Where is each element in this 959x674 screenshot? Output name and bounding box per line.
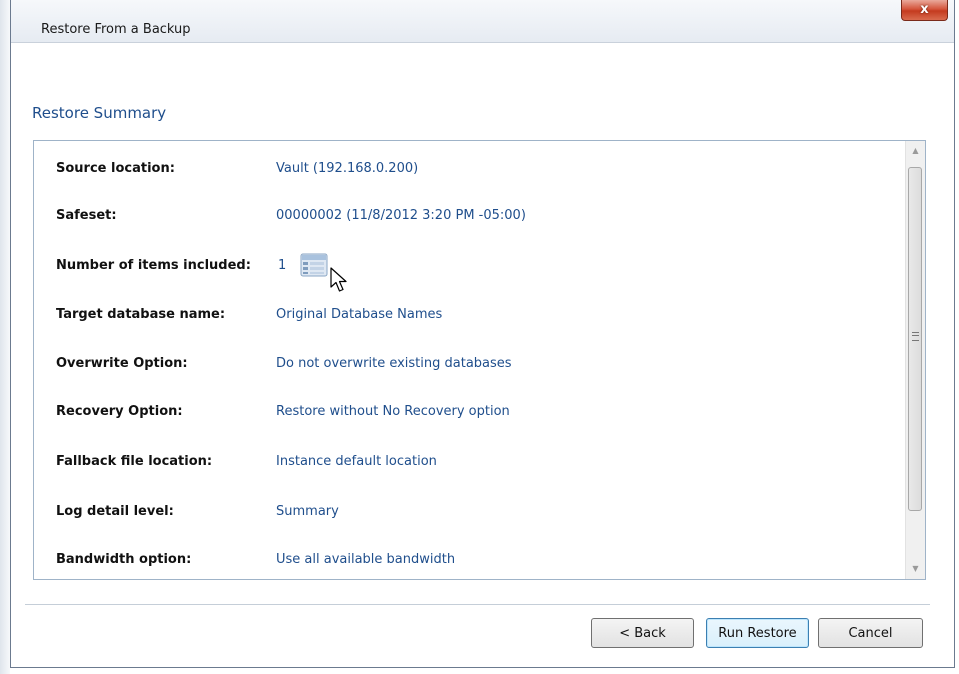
- row-label: Overwrite Option:: [56, 356, 188, 371]
- summary-row-log-detail: Log detail level: Summary: [56, 504, 896, 524]
- row-label: Source location:: [56, 161, 175, 176]
- close-icon: x: [920, 2, 929, 17]
- summary-row-target-database: Target database name: Original Database …: [56, 307, 896, 327]
- cancel-button[interactable]: Cancel: [818, 618, 923, 648]
- row-value: Restore without No Recovery option: [276, 404, 510, 419]
- scroll-up-arrow-icon[interactable]: ▲: [906, 141, 925, 161]
- row-value: 00000002 (11/8/2012 3:20 PM -05:00): [276, 208, 526, 223]
- close-button[interactable]: x: [901, 0, 948, 21]
- row-value: Original Database Names: [276, 307, 443, 322]
- summary-row-fallback-location: Fallback file location: Instance default…: [56, 454, 896, 474]
- row-label: Target database name:: [56, 307, 226, 322]
- summary-row-bandwidth: Bandwidth option: Use all available band…: [56, 552, 896, 572]
- summary-row-safeset: Safeset: 00000002 (11/8/2012 3:20 PM -05…: [56, 208, 896, 228]
- scroll-down-arrow-icon[interactable]: ▼: [906, 559, 925, 579]
- row-label: Fallback file location:: [56, 454, 213, 469]
- grip-icon: [912, 332, 919, 341]
- row-label: Bandwidth option:: [56, 552, 192, 567]
- row-value: Vault (192.168.0.200): [276, 161, 419, 176]
- section-heading: Restore Summary: [32, 104, 167, 122]
- row-value: Instance default location: [276, 454, 437, 469]
- desktop-edge: [0, 0, 10, 674]
- row-value: 1: [278, 258, 287, 273]
- window-title: Restore From a Backup: [41, 22, 191, 37]
- row-label: Log detail level:: [56, 504, 174, 519]
- row-value: Do not overwrite existing databases: [276, 356, 512, 371]
- back-button[interactable]: < Back: [591, 618, 694, 648]
- mouse-pointer-icon: [330, 267, 347, 292]
- row-label: Recovery Option:: [56, 404, 183, 419]
- summary-row-recovery-option: Recovery Option: Restore without No Reco…: [56, 404, 896, 424]
- row-label: Safeset:: [56, 208, 117, 223]
- summary-panel: Source location: Vault (192.168.0.200) S…: [33, 140, 926, 580]
- summary-row-items-included: Number of items included: 1: [56, 253, 896, 278]
- summary-row-source-location: Source location: Vault (192.168.0.200): [56, 161, 896, 181]
- item-list-icon[interactable]: [300, 253, 328, 277]
- row-label: Number of items included:: [56, 258, 251, 273]
- summary-row-overwrite-option: Overwrite Option: Do not overwrite exist…: [56, 356, 896, 376]
- footer-divider: [25, 604, 930, 606]
- run-restore-button[interactable]: Run Restore: [706, 618, 809, 648]
- row-value: Use all available bandwidth: [276, 552, 456, 567]
- title-bar[interactable]: Restore From a Backup x: [11, 0, 954, 43]
- scroll-thumb[interactable]: [908, 167, 922, 511]
- vertical-scrollbar[interactable]: ▲ ▼: [905, 141, 925, 579]
- row-value: Summary: [276, 504, 339, 519]
